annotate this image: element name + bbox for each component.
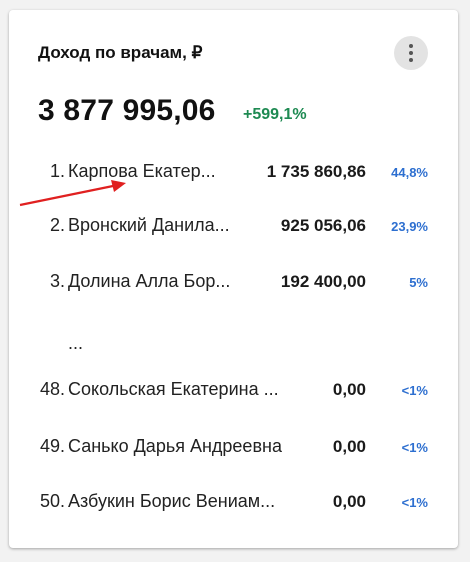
more-vert-icon: [409, 44, 413, 48]
row-doctor-name: Азбукин Борис Вениам...: [68, 491, 276, 511]
row-share: <1%: [401, 440, 428, 455]
row-amount: 0,00: [332, 492, 366, 511]
row-rank: 50.: [39, 491, 65, 511]
list-item[interactable]: 48. Сокольская Екатерина ... 0,00 <1%: [9, 377, 458, 403]
row-doctor-name: Санько Дарья Андреевна: [68, 436, 282, 456]
row-amount: 1 735 860,86: [266, 162, 366, 181]
row-doctor-name: Долина Алла Бор...: [68, 271, 231, 291]
row-doctor-name: Сокольская Екатерина ...: [68, 379, 279, 399]
list-item[interactable]: 1. Карпова Екатер... 1 735 860,86 44,8%: [9, 159, 458, 185]
row-share: <1%: [401, 495, 428, 510]
row-doctor-name: Вронский Данила...: [68, 215, 230, 235]
row-doctor-name: Карпова Екатер...: [68, 161, 216, 181]
total-amount: 3 877 995,06: [38, 94, 216, 127]
row-amount: 925 056,06: [280, 216, 366, 235]
list-item[interactable]: 50. Азбукин Борис Вениам... 0,00 <1%: [9, 489, 458, 515]
row-rank: 1.: [49, 161, 65, 181]
row-share: 23,9%: [391, 219, 428, 234]
row-rank: 2.: [49, 215, 65, 235]
list-ellipsis: ...: [68, 333, 84, 353]
row-amount: 0,00: [332, 437, 366, 456]
list-item[interactable]: 3. Долина Алла Бор... 192 400,00 5%: [9, 269, 458, 295]
row-rank: 48.: [39, 379, 65, 399]
row-share: 44,8%: [391, 165, 428, 180]
row-amount: 192 400,00: [280, 272, 366, 291]
more-options-button[interactable]: [394, 36, 428, 70]
row-rank: 49.: [39, 436, 65, 456]
list-item[interactable]: 49. Санько Дарья Андреевна 0,00 <1%: [9, 434, 458, 460]
row-share: 5%: [409, 275, 428, 290]
card-title: Доход по врачам, ₽: [38, 43, 203, 62]
row-amount: 0,00: [332, 380, 366, 399]
growth-percent: +599,1%: [243, 106, 307, 123]
row-share: <1%: [401, 383, 428, 398]
list-item[interactable]: 2. Вронский Данила... 925 056,06 23,9%: [9, 213, 458, 239]
row-rank: 3.: [49, 271, 65, 291]
doctor-income-card: Доход по врачам, ₽ 3 877 995,06 +599,1% …: [9, 10, 458, 548]
